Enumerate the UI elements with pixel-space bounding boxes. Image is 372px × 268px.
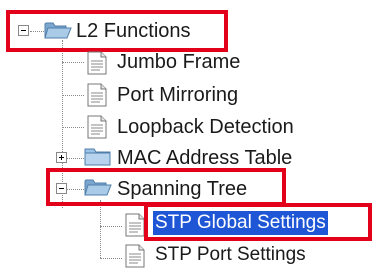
tree-connector-line — [62, 95, 84, 96]
highlight-box-spanning-tree — [46, 168, 286, 206]
tree-item-jumbo-frame[interactable]: Jumbo Frame — [117, 50, 240, 74]
tree-connector-line — [100, 200, 101, 258]
tree-connector-line — [100, 226, 122, 227]
document-icon — [125, 213, 145, 237]
tree-item-mac-address-table[interactable]: MAC Address Table — [117, 146, 292, 170]
tree-connector-line — [62, 127, 84, 128]
document-icon — [87, 83, 107, 107]
document-icon — [87, 115, 107, 139]
tree-item-port-mirroring[interactable]: Port Mirroring — [117, 83, 238, 107]
document-icon — [87, 51, 107, 75]
tree-connector-line — [62, 62, 84, 63]
highlight-box-stp-global-settings — [144, 203, 372, 241]
folder-icon — [84, 148, 111, 166]
expand-toggle-mac-address-table[interactable] — [56, 152, 67, 163]
tree-item-stp-port-settings[interactable]: STP Port Settings — [155, 243, 306, 267]
tree-item-loopback-detection[interactable]: Loopback Detection — [117, 115, 294, 139]
tree-connector-line — [100, 258, 122, 259]
document-icon — [125, 244, 145, 268]
highlight-box-l2-functions — [6, 10, 228, 52]
